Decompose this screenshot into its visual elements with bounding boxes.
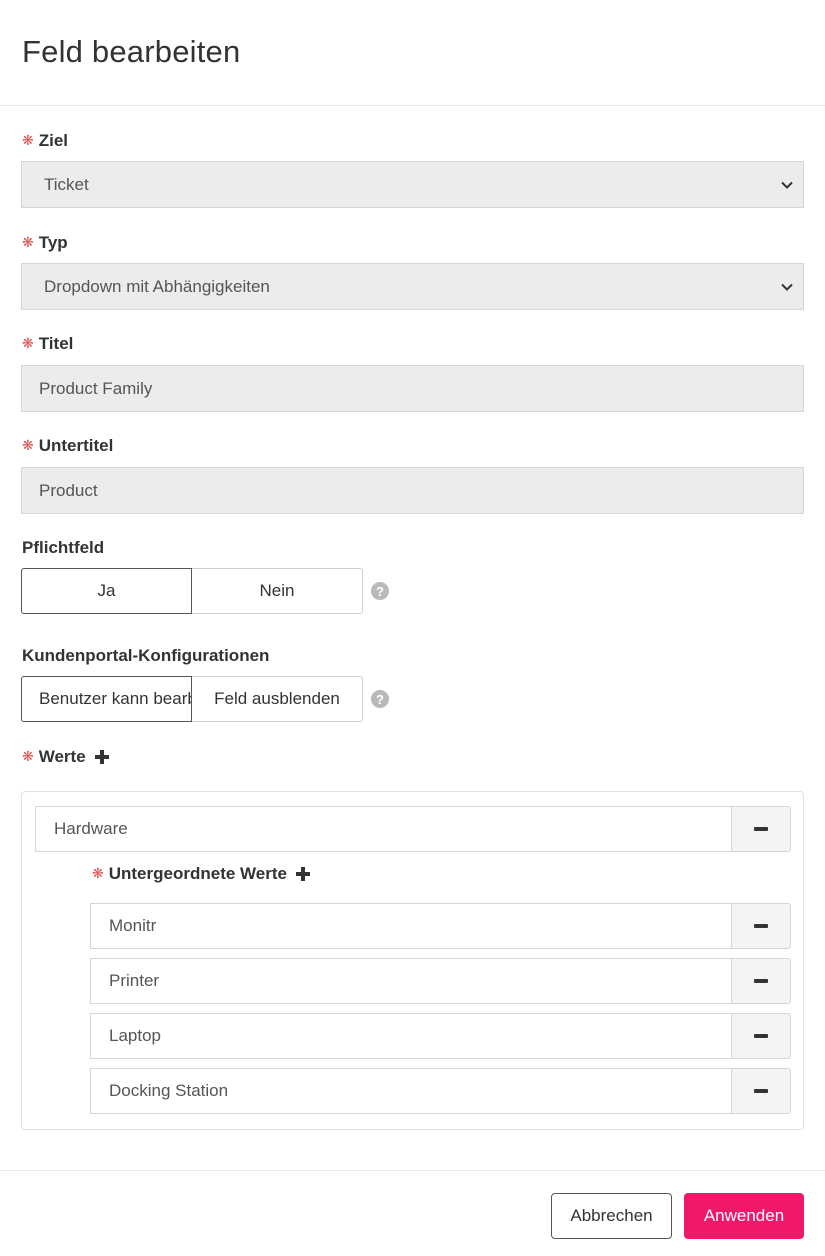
required-marker: ❋ bbox=[22, 233, 34, 250]
minus-icon bbox=[754, 1034, 768, 1038]
chevron-down-icon bbox=[781, 181, 793, 189]
subtitle-label: ❋ Untertitel bbox=[22, 436, 113, 456]
subtitle-label-text: Untertitel bbox=[38, 436, 114, 455]
child-values-label-text: Untergeordnete Werte bbox=[108, 864, 287, 883]
help-icon[interactable]: ? bbox=[371, 690, 389, 708]
minus-icon bbox=[754, 1089, 768, 1093]
hide-field-button[interactable]: Feld ausblenden bbox=[192, 676, 363, 722]
child-value-input[interactable]: Docking Station bbox=[90, 1068, 732, 1114]
help-icon[interactable]: ? bbox=[371, 582, 389, 600]
child-value-input[interactable]: Laptop bbox=[90, 1013, 732, 1059]
remove-child-value-button[interactable] bbox=[731, 958, 791, 1004]
footer-divider bbox=[0, 1170, 825, 1171]
title-input-value: Product Family bbox=[39, 378, 153, 398]
portal-config-label-text: Kundenportal-Konfigurationen bbox=[22, 646, 270, 665]
values-label-text: Werte bbox=[38, 747, 86, 766]
child-value-text: Laptop bbox=[109, 1026, 161, 1045]
values-container: Hardware ❋ Untergeordnete Werte Monitr P… bbox=[21, 791, 804, 1130]
mandatory-label-text: Pflichtfeld bbox=[22, 538, 105, 557]
remove-value-button[interactable] bbox=[731, 806, 791, 852]
cancel-button[interactable]: Abbrechen bbox=[551, 1193, 672, 1239]
mandatory-toggle-group: Ja Nein bbox=[21, 568, 363, 614]
child-value-input[interactable]: Monitr bbox=[90, 903, 732, 949]
title-label: ❋ Titel bbox=[22, 334, 73, 354]
add-value-icon[interactable] bbox=[94, 750, 109, 764]
required-marker: ❋ bbox=[22, 436, 34, 453]
type-select[interactable]: Dropdown mit Abhängigkeiten bbox=[21, 263, 804, 310]
dialog-title: Feld bearbeiten bbox=[22, 34, 241, 69]
child-values-label: ❋ Untergeordnete Werte bbox=[92, 864, 310, 884]
apply-button[interactable]: Anwenden bbox=[684, 1193, 804, 1239]
mandatory-label: Pflichtfeld bbox=[22, 538, 104, 558]
subtitle-input[interactable]: Product bbox=[21, 467, 804, 514]
title-input[interactable]: Product Family bbox=[21, 365, 804, 412]
child-value-text: Docking Station bbox=[109, 1081, 229, 1100]
portal-config-label: Kundenportal-Konfigurationen bbox=[22, 646, 269, 666]
mandatory-no-button[interactable]: Nein bbox=[192, 568, 363, 614]
minus-icon bbox=[754, 979, 768, 983]
mandatory-yes-button[interactable]: Ja bbox=[21, 568, 192, 614]
child-value-text: Printer bbox=[109, 971, 160, 990]
type-label-text: Typ bbox=[38, 233, 68, 252]
type-label: ❋ Typ bbox=[22, 233, 68, 253]
user-can-edit-button[interactable]: Benutzer kann bearbeiten bbox=[21, 676, 192, 722]
remove-child-value-button[interactable] bbox=[731, 1068, 791, 1114]
dialog-header: Feld bearbeiten bbox=[0, 0, 825, 106]
minus-icon bbox=[754, 827, 768, 831]
child-value-input[interactable]: Printer bbox=[90, 958, 732, 1004]
values-label: ❋ Werte bbox=[22, 747, 109, 767]
portal-config-toggle-group: Benutzer kann bearbeiten Feld ausblenden bbox=[21, 676, 363, 722]
required-marker: ❋ bbox=[92, 864, 104, 881]
subtitle-input-value: Product bbox=[39, 480, 98, 500]
value-input-hardware[interactable]: Hardware bbox=[35, 806, 732, 852]
minus-icon bbox=[754, 924, 768, 928]
type-select-value: Dropdown mit Abhängigkeiten bbox=[44, 276, 270, 296]
title-label-text: Titel bbox=[38, 334, 74, 353]
target-label: ❋ Ziel bbox=[22, 131, 68, 151]
add-child-value-icon[interactable] bbox=[295, 867, 310, 881]
child-value-text: Monitr bbox=[109, 916, 157, 935]
chevron-down-icon bbox=[781, 283, 793, 291]
target-select-value: Ticket bbox=[44, 174, 89, 194]
target-label-text: Ziel bbox=[38, 131, 69, 150]
target-select[interactable]: Ticket bbox=[21, 161, 804, 208]
remove-child-value-button[interactable] bbox=[731, 1013, 791, 1059]
required-marker: ❋ bbox=[22, 334, 34, 351]
required-marker: ❋ bbox=[22, 131, 34, 148]
required-marker: ❋ bbox=[22, 747, 34, 764]
remove-child-value-button[interactable] bbox=[731, 903, 791, 949]
value-text: Hardware bbox=[54, 819, 128, 838]
